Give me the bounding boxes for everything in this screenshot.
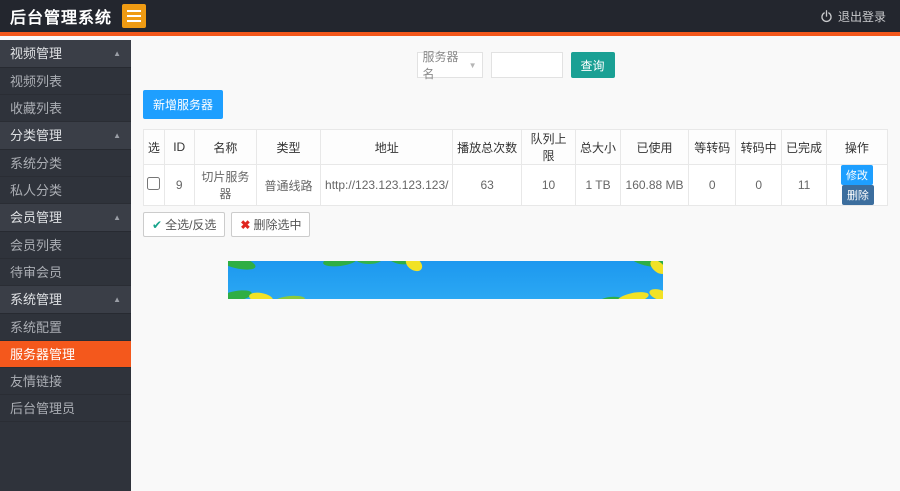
app-title: 后台管理系统 <box>10 4 112 28</box>
cell-used: 160.88 MB <box>620 165 688 206</box>
delete-selected-button[interactable]: ✖ 删除选中 <box>231 212 310 237</box>
col-header-completed: 已完成 <box>782 130 827 165</box>
chevron-up-icon: ▲ <box>113 40 121 68</box>
col-header-play-count: 播放总次数 <box>453 130 521 165</box>
logout-button[interactable]: 退出登录 <box>820 8 886 25</box>
search-field-select[interactable]: 服务器名 ▼ <box>417 52 483 78</box>
topbar: 后台管理系统 退出登录 <box>0 0 900 36</box>
cell-id: 9 <box>164 165 194 206</box>
sidebar-section-category-management[interactable]: 分类管理 ▲ <box>0 122 131 150</box>
chevron-up-icon: ▲ <box>113 286 121 314</box>
sidebar-item-system-config[interactable]: 系统配置 <box>0 314 131 341</box>
cell-queue-limit: 10 <box>521 165 575 206</box>
col-header-used: 已使用 <box>620 130 688 165</box>
sidebar-section-label: 会员管理 <box>10 204 62 232</box>
power-icon <box>820 10 833 23</box>
col-header-total-size: 总大小 <box>576 130 621 165</box>
sidebar-section-label: 系统管理 <box>10 286 62 314</box>
bulk-actions: ✔ 全选/反选 ✖ 删除选中 <box>143 212 888 237</box>
sidebar-section-label: 视频管理 <box>10 40 62 68</box>
sidebar-section-video-management[interactable]: 视频管理 ▲ <box>0 40 131 68</box>
col-header-address: 地址 <box>321 130 453 165</box>
sidebar-item-member-list[interactable]: 会员列表 <box>0 232 131 259</box>
x-icon: ✖ <box>240 218 250 232</box>
sidebar-item-favorites-list[interactable]: 收藏列表 <box>0 95 131 122</box>
sidebar: 视频管理 ▲ 视频列表 收藏列表 分类管理 ▲ 系统分类 私人分类 会员管理 ▲… <box>0 40 131 491</box>
sidebar-item-pending-members[interactable]: 待审会员 <box>0 259 131 286</box>
cell-name: 切片服务器 <box>194 165 256 206</box>
cell-select <box>144 165 165 206</box>
server-table-wrapper: 选 ID 名称 类型 地址 播放总次数 队列上限 总大小 已使用 等转码 转码中… <box>143 129 888 206</box>
col-header-queue-limit: 队列上限 <box>521 130 575 165</box>
search-bar: 服务器名 ▼ 查询 <box>131 40 900 78</box>
server-table: 选 ID 名称 类型 地址 播放总次数 队列上限 总大小 已使用 等转码 转码中… <box>143 129 888 206</box>
col-header-id: ID <box>164 130 194 165</box>
col-header-type: 类型 <box>257 130 321 165</box>
delete-selected-label: 删除选中 <box>253 216 301 233</box>
sidebar-item-private-categories[interactable]: 私人分类 <box>0 177 131 204</box>
chevron-up-icon: ▲ <box>113 204 121 232</box>
col-header-select: 选 <box>144 130 165 165</box>
cell-waiting-transcode: 0 <box>689 165 736 206</box>
cell-type: 普通线路 <box>257 165 321 206</box>
cell-completed: 11 <box>782 165 827 206</box>
logout-label: 退出登录 <box>838 8 886 25</box>
col-header-transcoding: 转码中 <box>736 130 782 165</box>
cell-address: http://123.123.123.123/ <box>321 165 453 206</box>
sidebar-item-server-management[interactable]: 服务器管理 <box>0 341 131 368</box>
delete-button[interactable]: 删除 <box>842 185 874 205</box>
table-row: 9 切片服务器 普通线路 http://123.123.123.123/ 63 … <box>144 165 888 206</box>
cell-transcoding: 0 <box>736 165 782 206</box>
sidebar-item-video-list[interactable]: 视频列表 <box>0 68 131 95</box>
select-all-button[interactable]: ✔ 全选/反选 <box>143 212 225 237</box>
hamburger-menu-icon[interactable] <box>122 4 146 28</box>
sidebar-section-member-management[interactable]: 会员管理 ▲ <box>0 204 131 232</box>
sidebar-section-system-management[interactable]: 系统管理 ▲ <box>0 286 131 314</box>
add-server-button[interactable]: 新增服务器 <box>143 90 223 119</box>
col-header-waiting-transcode: 等转码 <box>689 130 736 165</box>
main-content: 服务器名 ▼ 查询 新增服务器 选 ID 名称 类型 地址 播 <box>131 40 900 491</box>
sidebar-item-friend-links[interactable]: 友情链接 <box>0 368 131 395</box>
search-input[interactable] <box>491 52 563 78</box>
cell-play-count: 63 <box>453 165 521 206</box>
check-icon: ✔ <box>152 218 162 232</box>
sidebar-section-label: 分类管理 <box>10 122 62 150</box>
row-select-checkbox[interactable] <box>147 177 160 190</box>
banner-image <box>228 261 663 299</box>
cell-actions: 修改删除 <box>826 165 887 206</box>
chevron-up-icon: ▲ <box>113 122 121 150</box>
cell-total-size: 1 TB <box>576 165 621 206</box>
search-button[interactable]: 查询 <box>571 52 615 78</box>
sidebar-item-backend-admins[interactable]: 后台管理员 <box>0 395 131 422</box>
col-header-actions: 操作 <box>826 130 887 165</box>
search-field-selected-value: 服务器名 <box>423 48 469 82</box>
edit-button[interactable]: 修改 <box>841 165 873 185</box>
table-header-row: 选 ID 名称 类型 地址 播放总次数 队列上限 总大小 已使用 等转码 转码中… <box>144 130 888 165</box>
col-header-name: 名称 <box>194 130 256 165</box>
sidebar-item-system-categories[interactable]: 系统分类 <box>0 150 131 177</box>
chevron-down-icon: ▼ <box>469 61 477 70</box>
select-all-label: 全选/反选 <box>165 216 216 233</box>
